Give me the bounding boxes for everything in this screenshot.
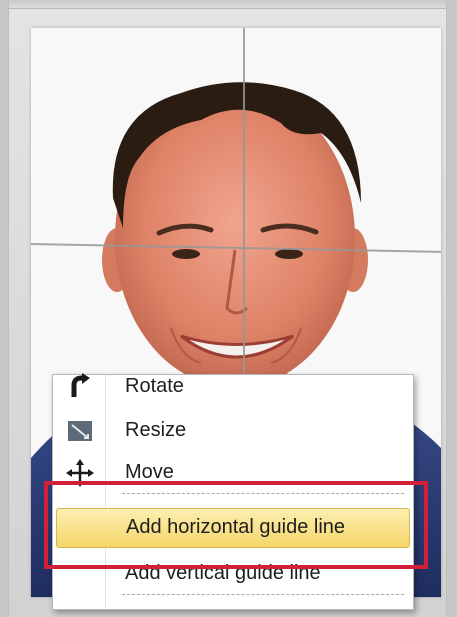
canvas-top-edge — [0, 0, 457, 9]
highlight-annotation-box — [44, 481, 428, 569]
menu-item-label: Rotate — [125, 375, 184, 397]
rotate-icon — [66, 373, 94, 401]
resize-icon — [66, 417, 94, 445]
menu-item-rotate[interactable]: Rotate — [56, 368, 408, 406]
menu-separator — [122, 594, 404, 595]
canvas-right-edge — [446, 0, 457, 617]
menu-item-label: Resize — [125, 419, 187, 441]
canvas-left-edge — [0, 0, 9, 617]
menu-item-resize[interactable]: Resize — [56, 412, 408, 450]
